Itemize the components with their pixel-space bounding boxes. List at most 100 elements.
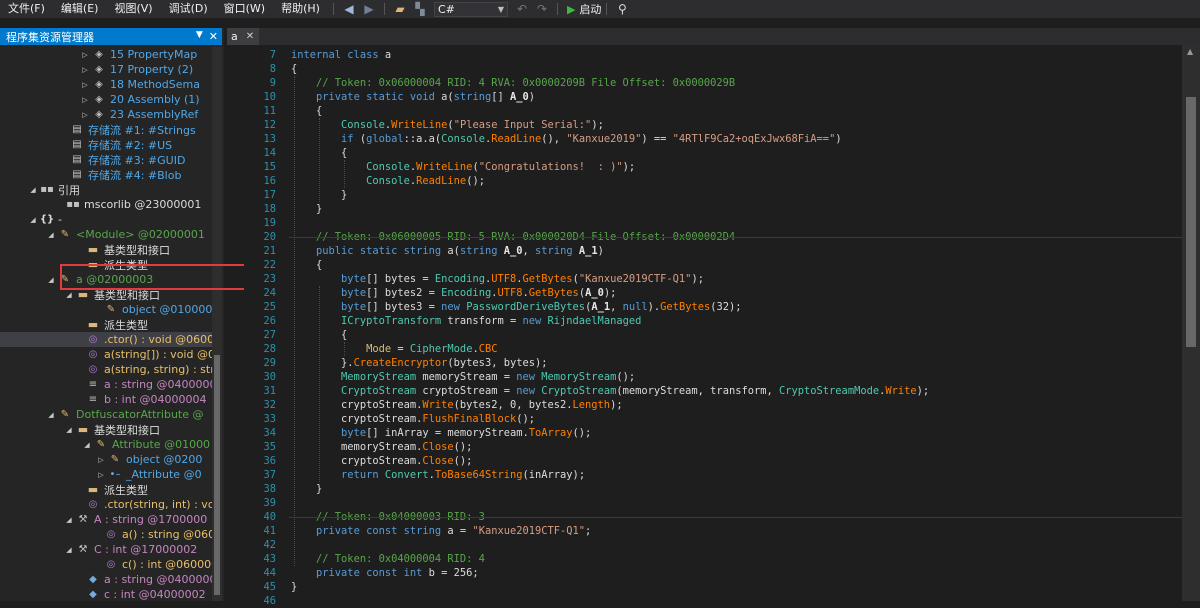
- forward-icon[interactable]: ▶: [361, 1, 377, 17]
- start-button[interactable]: ▶ 启动: [567, 1, 601, 17]
- tree-item-derived-types-3[interactable]: ▬ 派生类型: [0, 482, 212, 497]
- expander-icon[interactable]: ◢: [64, 426, 74, 434]
- tree-item-method-a[interactable]: ◎ a(string[]) : void @0: [0, 347, 212, 362]
- cube-icon: ◈: [95, 79, 103, 90]
- expander-icon[interactable]: ◢: [28, 216, 38, 224]
- redo-icon[interactable]: ↷: [534, 1, 550, 17]
- close-icon[interactable]: ✕: [209, 30, 218, 43]
- line-number: 44: [263, 567, 276, 579]
- tree-item-us[interactable]: ▤ 存储流 #2: #US: [0, 137, 212, 152]
- tree-item-blob[interactable]: ▤ 存储流 #4: #Blob: [0, 167, 212, 182]
- tree-item-label: a @02000003: [76, 273, 154, 286]
- tree-item-guid[interactable]: ▤ 存储流 #3: #GUID: [0, 152, 212, 167]
- menu-view[interactable]: 视图(V): [106, 0, 160, 18]
- expander-icon[interactable]: ◢: [64, 516, 74, 524]
- tree-item-prop-c[interactable]: ◢ ⚒ C : int @17000002: [0, 542, 212, 557]
- expander-icon[interactable]: ▷: [96, 471, 106, 479]
- tree-item-derived-types[interactable]: ▬ 派生类型: [0, 257, 212, 272]
- line-number: 8: [269, 63, 276, 75]
- menu-items: 文件(F) 编辑(E) 视图(V) 调试(D) 窗口(W) 帮助(H): [0, 0, 328, 18]
- tree-item-references[interactable]: ◢ ▪▪ 引用: [0, 182, 212, 197]
- menu-help[interactable]: 帮助(H): [273, 0, 328, 18]
- back-icon[interactable]: ◀: [341, 1, 357, 17]
- editor-scrollbar-thumb[interactable]: [1186, 97, 1196, 347]
- property-icon: ⚒: [78, 544, 88, 555]
- scroll-up-icon[interactable]: ▲: [1187, 47, 1193, 56]
- field-icon: ≡: [88, 394, 98, 405]
- tree-item-assemblyref[interactable]: ▷ ◈ 23 AssemblyRef: [0, 107, 212, 122]
- expander-icon[interactable]: ▷: [80, 81, 90, 89]
- tree-item-propertymap[interactable]: ▷ ◈ 15 PropertyMap: [0, 47, 212, 62]
- tree-item-label: a() : string @060: [122, 528, 212, 541]
- tree-item-field-b[interactable]: ≡ b : int @04000004: [0, 392, 212, 407]
- tree-item-prop-a[interactable]: ◢ ⚒ A : string @1700000: [0, 512, 212, 527]
- code-line: return Convert.ToBase64String(inArray);: [341, 469, 586, 481]
- method-icon: ◎: [88, 499, 98, 510]
- save-all-icon[interactable]: ▚: [412, 1, 428, 17]
- tree-item-property[interactable]: ▷ ◈ 17 Property (2): [0, 62, 212, 77]
- tree-item-label: 基类型和接口: [94, 423, 160, 437]
- code-editor[interactable]: 7 internal class a 8 {9 // Token: 0x0600000…: [244, 45, 1182, 607]
- expander-icon[interactable]: ◢: [46, 411, 56, 419]
- tree-item-label: c() : int @060000: [122, 558, 212, 571]
- editor-scrollbar[interactable]: ▲: [1182, 45, 1200, 601]
- tree-item-assembly[interactable]: ▷ ◈ 20 Assembly (1): [0, 92, 212, 107]
- close-tab-icon[interactable]: ✕: [246, 31, 254, 42]
- tree-item-base-types-3[interactable]: ◢ ▬ 基类型和接口: [0, 422, 212, 437]
- menu-window[interactable]: 窗口(W): [216, 0, 273, 18]
- expander-icon[interactable]: ▷: [80, 66, 90, 74]
- language-select[interactable]: C# ▼: [433, 1, 508, 17]
- tree-scrollbar-thumb[interactable]: [214, 355, 220, 595]
- tree-item-base-types[interactable]: ▬ 基类型和接口: [0, 242, 212, 257]
- open-folder-icon[interactable]: ▰: [392, 1, 408, 17]
- tree-item-ctor[interactable]: ◎ .ctor() : void @0600: [0, 332, 212, 347]
- code-line: Console.ReadLine();: [366, 175, 485, 187]
- tree-item-dotfuscator[interactable]: ◢ ✎ DotfuscatorAttribute @: [0, 407, 212, 422]
- expander-icon[interactable]: ◢: [46, 231, 56, 239]
- tree-item-getter-c[interactable]: ◎ c() : int @060000: [0, 557, 212, 572]
- tree-item-attribute[interactable]: ◢ ✎ Attribute @01000: [0, 437, 212, 452]
- folder-icon: ▬: [77, 288, 89, 301]
- tree-item-namespace[interactable]: ◢{} -: [0, 212, 212, 227]
- tree-item-base-types-2[interactable]: ◢ ▬ 基类型和接口: [0, 287, 212, 302]
- folder-icon: ▬: [77, 423, 89, 436]
- line-number: 39: [263, 497, 276, 509]
- tree-item-strings[interactable]: ▤ 存储流 #1: #Strings: [0, 122, 212, 137]
- tab-a[interactable]: a ✕: [227, 28, 259, 45]
- tree-item-field-c[interactable]: ◆ c : int @04000002: [0, 587, 212, 601]
- tree-item-ctor-2[interactable]: ◎ .ctor(string, int) : voi: [0, 497, 212, 512]
- code-line: }.CreateEncryptor(bytes3, bytes);: [291, 357, 548, 369]
- search-icon[interactable]: ⚲: [614, 1, 630, 17]
- tree-item-attribute-iface[interactable]: ▷ •– _Attribute @0: [0, 467, 212, 482]
- line-number: 17: [263, 189, 276, 201]
- tree-item-method-a2[interactable]: ◎ a(string, string) : stri: [0, 362, 212, 377]
- tree-item-derived-types-2[interactable]: ▬ 派生类型: [0, 317, 212, 332]
- expander-icon[interactable]: ◢: [46, 276, 56, 284]
- expander-icon[interactable]: ◢: [64, 291, 74, 299]
- expander-icon[interactable]: ▷: [80, 51, 90, 59]
- undo-icon[interactable]: ↶: [514, 1, 530, 17]
- tree-item-module[interactable]: ◢ ✎ <Module> @02000001: [0, 227, 212, 242]
- tree-item-class-a[interactable]: ◢ ✎ a @02000003: [0, 272, 212, 287]
- code-line: // Token: 0x06000004 RID: 4 RVA: 0x00002…: [316, 77, 736, 89]
- tree-item-mscorlib[interactable]: ▪▪ mscorlib @23000001: [0, 197, 212, 212]
- tree-item-field-a2[interactable]: ◆ a : string @0400000: [0, 572, 212, 587]
- expander-icon[interactable]: ◢: [82, 441, 92, 449]
- tree-item-getter-a[interactable]: ◎ a() : string @060: [0, 527, 212, 542]
- tree-item-object[interactable]: ✎ object @0100000: [0, 302, 212, 317]
- line-number: 41: [263, 525, 276, 537]
- tree-item-object-2[interactable]: ▷ ✎ object @0200: [0, 452, 212, 467]
- expander-icon[interactable]: ◢: [64, 546, 74, 554]
- menu-file[interactable]: 文件(F): [0, 0, 53, 18]
- tree-scrollbar[interactable]: [212, 47, 222, 601]
- menu-edit[interactable]: 编辑(E): [53, 0, 107, 18]
- menu-debug[interactable]: 调试(D): [161, 0, 216, 18]
- expander-icon[interactable]: ▷: [96, 456, 106, 464]
- expander-icon[interactable]: ▷: [80, 111, 90, 119]
- toolbar-separator: [606, 3, 608, 15]
- expander-icon[interactable]: ◢: [28, 186, 38, 194]
- dropdown-icon[interactable]: ▼: [196, 30, 203, 43]
- expander-icon[interactable]: ▷: [80, 96, 90, 104]
- tree-item-methodsema[interactable]: ▷ ◈ 18 MethodSema: [0, 77, 212, 92]
- tree-item-field-a[interactable]: ≡ a : string @0400000: [0, 377, 212, 392]
